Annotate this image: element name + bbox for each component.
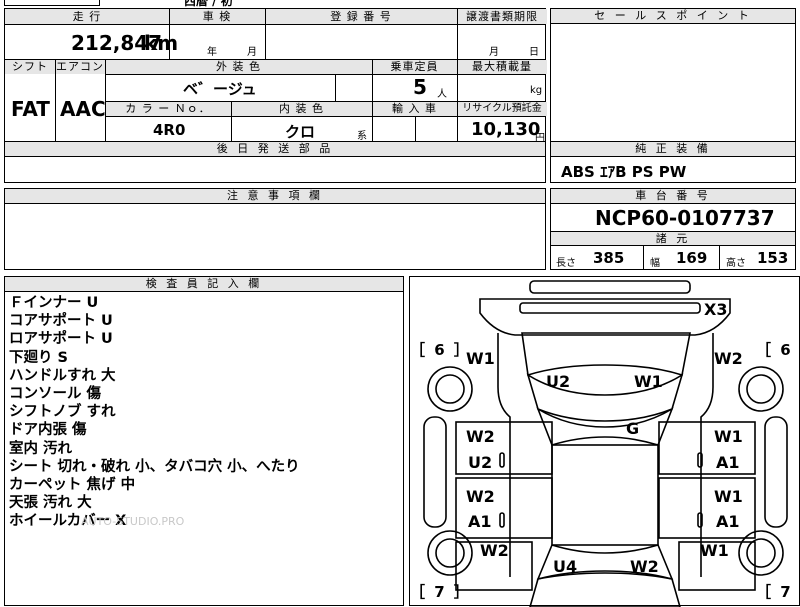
- note-line: ドア内張 傷: [9, 422, 87, 439]
- later-parts-header: 後 日 発 送 部 品: [5, 142, 545, 157]
- color-no-value: 4R0: [153, 121, 186, 139]
- max-load-unit: kg: [530, 85, 543, 96]
- transfer-month-label: 月: [489, 47, 499, 58]
- note-line: シフトノブ すれ: [9, 404, 116, 421]
- note-line: カーペット 焦げ 中: [9, 477, 136, 494]
- inspector-box: 検 査 員 記 入 欄 Ｆインナー U コアサポート U ロアサポート U 下廻…: [4, 276, 404, 606]
- registration-header: 登 録 番 号: [265, 9, 457, 24]
- exterior-color-header: 外 装 色: [105, 60, 372, 74]
- interior-color-header: 内 装 色: [231, 102, 372, 116]
- aircon-value: AAC: [60, 97, 106, 121]
- color-no-header: カ ラ ー Ｎｏ．: [105, 102, 231, 116]
- label-trunk-left: U4: [553, 557, 578, 576]
- note-line: ハンドルすれ 大: [9, 367, 116, 384]
- genuine-equipment-value: ABS ｴｱB PS PW: [561, 163, 687, 181]
- label-door-fr-bottom: A1: [716, 453, 740, 472]
- import-header: 輸 入 車: [372, 102, 457, 116]
- interior-color-value: クロ: [285, 123, 316, 141]
- inspector-notes: Ｆインナー U コアサポート U ロアサポート U 下廻り S ハンドルすれ 大…: [9, 294, 300, 531]
- note-line: コアサポート U: [9, 313, 113, 330]
- spec-length-value: 385: [593, 249, 625, 267]
- chassis-box: 車 台 番 号 NCP60-0107737 諸 元 長さ 385 幅 169 高…: [550, 188, 796, 270]
- note-line: コンソール 傷: [9, 386, 102, 403]
- aircon-header: エアコン: [55, 60, 105, 74]
- transfer-docs-header: 譲渡書類期限: [457, 9, 547, 24]
- note-line: Ｆインナー U: [9, 295, 99, 311]
- spec-width-value: 169: [676, 249, 708, 267]
- spec-height-value: 153: [757, 249, 789, 267]
- label-trunk-right: W2: [630, 557, 659, 576]
- label-door-rr-top: W1: [714, 487, 743, 506]
- mileage-unit: km: [144, 31, 179, 55]
- genuine-equipment-header: 純 正 装 備: [551, 142, 795, 157]
- exterior-color-value: ベ゛ージュ: [183, 80, 257, 98]
- tire-front-right: ［ 6 ］: [756, 341, 800, 359]
- label-roof: G: [626, 419, 640, 438]
- label-fender-fr: W2: [714, 349, 743, 368]
- note-line: シート 切れ・破れ 小、タバコ穴 小、へたり: [9, 458, 300, 475]
- inspection-header: 車 検: [169, 9, 265, 24]
- recycle-value: 10,130: [471, 119, 541, 140]
- label-door-fr-top: W1: [714, 427, 743, 446]
- specs-header: 諸 元: [551, 231, 795, 246]
- max-load-header: 最大積載量: [457, 60, 547, 74]
- capacity-value: 5: [413, 75, 427, 99]
- label-door-rl-bottom: A1: [468, 512, 492, 531]
- caution-box: 注 意 事 項 欄: [4, 188, 546, 270]
- label-door-rr-bottom: A1: [716, 512, 740, 531]
- later-parts-box: 後 日 発 送 部 品: [4, 141, 546, 183]
- label-fender-fl: W1: [466, 349, 495, 368]
- capacity-unit: 人: [437, 89, 447, 100]
- transfer-day-label: 日: [529, 47, 539, 58]
- mileage-header: 走 行: [5, 9, 169, 24]
- label-quarter-rr: W1: [700, 541, 729, 560]
- shift-value: FAT: [11, 97, 50, 121]
- label-hood-right: W1: [634, 372, 663, 391]
- top-fragment: 西暦 / 初: [4, 0, 546, 8]
- tire-rear-right: ［ 7 ］: [756, 583, 800, 601]
- inspection-month-label: 月: [247, 47, 257, 58]
- spec-width-label: 幅: [650, 258, 660, 269]
- sales-point-box: セ ー ル ス ポ イ ン ト: [550, 8, 796, 142]
- label-hood-left: U2: [546, 372, 571, 391]
- tire-front-left: ［ 6 ］: [410, 341, 471, 359]
- watermark: AUTO-STUDIO.PRO: [81, 515, 185, 528]
- interior-color-suffix: 系: [357, 131, 367, 142]
- label-door-fl-top: W2: [466, 427, 495, 446]
- capacity-header: 乗車定員: [372, 60, 457, 74]
- label-door-rl-top: W2: [466, 487, 495, 506]
- note-line: 天張 汚れ 大: [9, 495, 92, 512]
- spec-length-label: 長さ: [556, 258, 576, 269]
- tire-rear-left: ［ 7 ］: [410, 583, 471, 601]
- shift-header: シフト: [5, 60, 55, 74]
- label-door-fl-bottom: U2: [468, 453, 493, 472]
- inspection-year-label: 年: [207, 47, 217, 58]
- note-line: ロアサポート U: [9, 331, 113, 348]
- recycle-header: リサイクル預託金: [457, 102, 547, 116]
- chassis-header: 車 台 番 号: [551, 189, 795, 204]
- spec-height-label: 高さ: [726, 258, 746, 269]
- caution-header: 注 意 事 項 欄: [5, 189, 545, 204]
- chassis-number: NCP60-0107737: [595, 206, 775, 230]
- note-line: 下廻り S: [9, 349, 68, 366]
- genuine-equipment-box: 純 正 装 備 ABS ｴｱB PS PW: [550, 141, 796, 183]
- sales-point-header: セ ー ル ス ポ イ ン ト: [551, 9, 795, 24]
- note-line: 室内 汚れ: [9, 440, 73, 457]
- car-diagram-box: ［ 6 ］ ［ 6 ］ ［ 7 ］ ［ 7 ］ X3 W1 W2 U2 W1 G…: [409, 276, 800, 607]
- vehicle-info-table: 走 行 車 検 登 録 番 号 譲渡書類期限 212,847 km 年 月 月 …: [4, 8, 547, 144]
- label-bumper-front: X3: [704, 300, 728, 319]
- inspector-header: 検 査 員 記 入 欄: [5, 277, 403, 292]
- label-quarter-rl: W2: [480, 541, 509, 560]
